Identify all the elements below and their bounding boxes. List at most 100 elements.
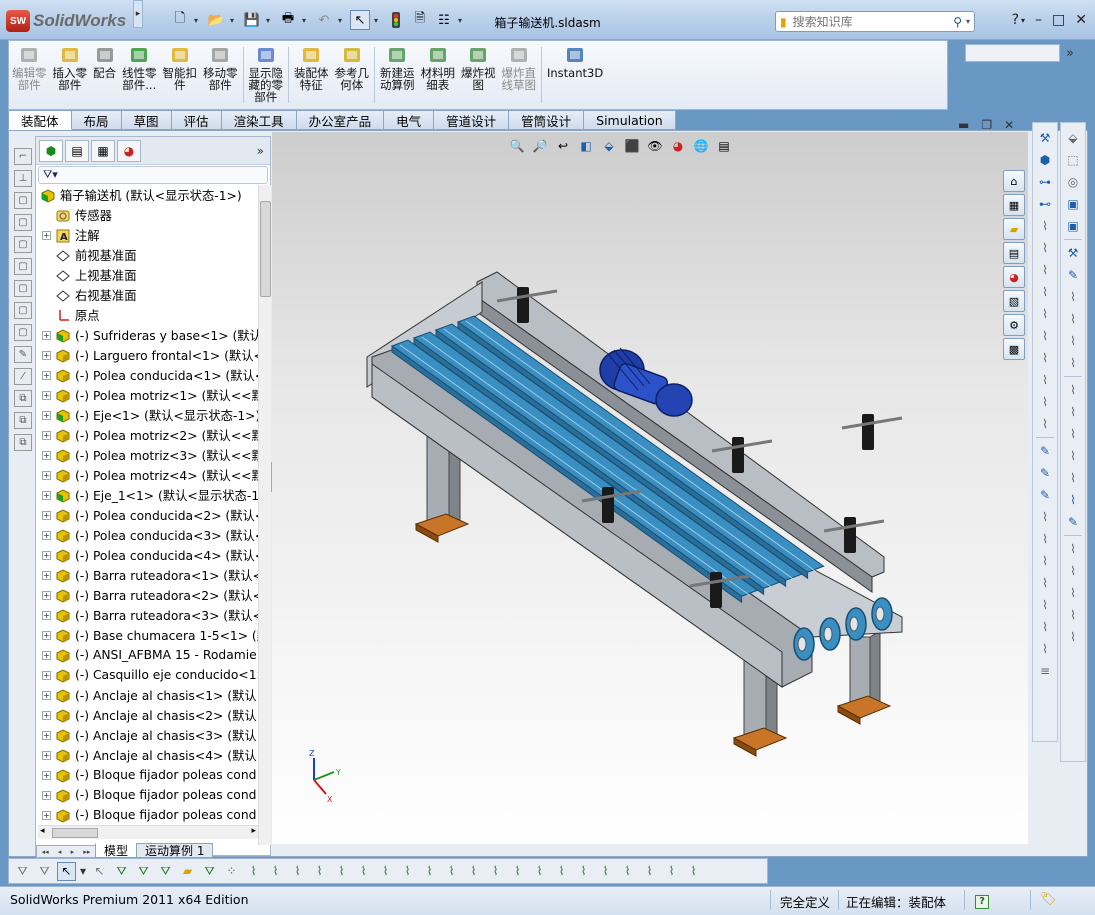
copy-icon[interactable]: ⧉ [14, 390, 32, 407]
doc-restore-button[interactable]: ❐ [981, 118, 992, 132]
feature-icon[interactable]: ⌇ [1036, 305, 1054, 323]
tree-horizontal-scrollbar[interactable]: ◂ ▸ [38, 825, 258, 839]
help-button[interactable]: ? [1012, 12, 1019, 28]
copy-icon[interactable]: ⧉ [14, 434, 32, 451]
filter-icon[interactable]: ⌇ [530, 862, 549, 881]
box-view-icon[interactable]: ▢ [14, 258, 32, 275]
view-orientation-icon[interactable]: ⬙ [600, 138, 618, 154]
sketch-tool-icon[interactable]: ⌇ [1036, 640, 1054, 658]
insert-component-icon[interactable]: ⬢ [1036, 151, 1054, 169]
expand-icon[interactable]: + [42, 650, 51, 660]
tool-icon[interactable]: ⌇ [1064, 425, 1082, 443]
sketch-tool-icon[interactable]: ⌇ [1036, 596, 1054, 614]
configuration-manager-tab-icon[interactable]: ▦ [91, 139, 115, 162]
tool-icon[interactable]: ⌇ [1064, 491, 1082, 509]
feature-icon[interactable]: ⌇ [1036, 239, 1054, 257]
tree-item[interactable]: + (-) Bloque fijador poleas cond [36, 805, 258, 825]
tree-vertical-scrollbar[interactable] [258, 185, 271, 845]
tab-0[interactable]: 装配体 [8, 110, 72, 130]
expand-icon[interactable]: + [42, 330, 51, 340]
tree-item[interactable]: + A 注解 [36, 225, 258, 245]
save-dropdown-icon[interactable]: ▾ [266, 16, 274, 25]
filter-icon[interactable]: ⛛ [134, 862, 153, 881]
filter-icon[interactable]: ⌇ [640, 862, 659, 881]
sketch-icon[interactable]: ⌐ [14, 148, 32, 165]
tree-item[interactable]: + (-) Larguero frontal<1> (默认< [36, 345, 258, 365]
expand-icon[interactable]: + [42, 810, 51, 820]
tab-8[interactable]: 管筒设计 [509, 110, 585, 130]
axis-icon[interactable]: ⊷ [1036, 195, 1054, 213]
box-view-icon[interactable]: ▢ [14, 324, 32, 341]
tree-filter[interactable]: ⛛▾ [38, 166, 268, 184]
rebuild-traffic-light-icon[interactable] [386, 10, 406, 30]
tree-item[interactable]: + (-) Polea conducida<1> (默认< [36, 365, 258, 385]
print-icon[interactable]: 🖶 [278, 10, 298, 30]
search-icon[interactable]: ⚲ [953, 15, 962, 29]
tree-item[interactable]: + (-) Eje<1> (默认<显示状态-1>) [36, 405, 258, 425]
ribbon-button-3[interactable]: 线性零 部件... [119, 41, 160, 109]
filter-icon[interactable]: ⌇ [684, 862, 703, 881]
file-explorer-icon[interactable]: ▰ [1003, 218, 1025, 240]
tab-5[interactable]: 办公室产品 [296, 110, 385, 130]
expand-icon[interactable]: + [42, 730, 51, 740]
tab-7[interactable]: 管道设计 [434, 110, 510, 130]
line-icon[interactable]: ⊥ [14, 170, 32, 187]
list-icon[interactable]: ≡ [1036, 662, 1054, 680]
expand-icon[interactable]: + [42, 510, 51, 520]
scroll-left-icon[interactable]: ◂ [40, 826, 45, 836]
expand-icon[interactable]: + [42, 470, 51, 480]
conveyor-model[interactable]: Z Y X [272, 132, 1028, 844]
configuration-dropdown[interactable] [965, 44, 1060, 62]
tree-item[interactable]: + (-) Base chumacera 1-5<1> (默 [36, 625, 258, 645]
filter-icon[interactable]: ⌇ [332, 862, 351, 881]
undo-dropdown-icon[interactable]: ▾ [338, 16, 346, 25]
ribbon-button-5[interactable]: 移动零 部件 [200, 41, 241, 109]
tool-icon[interactable]: ⌇ [1064, 332, 1082, 350]
expand-icon[interactable]: + [42, 390, 51, 400]
expand-icon[interactable]: + [42, 710, 51, 720]
ribbon-button-7[interactable]: 装配体 特征 [291, 41, 332, 109]
ribbon-button-2[interactable]: 配合 [90, 41, 119, 109]
expand-icon[interactable]: + [42, 750, 51, 760]
expand-icon[interactable]: + [42, 490, 51, 500]
tool-icon[interactable]: ✎ [1064, 513, 1082, 531]
file-properties-icon[interactable]: 🗎 [410, 10, 430, 30]
tree-item[interactable]: 上视基准面 [36, 265, 258, 285]
dimension-icon[interactable]: ⁄ [14, 368, 32, 385]
sketch-tool-icon[interactable]: ⌇ [1036, 552, 1054, 570]
doc-minimize-button[interactable]: ▬ [958, 118, 969, 132]
filter-icon[interactable]: ⌇ [244, 862, 263, 881]
hide-show-items-icon[interactable]: 👁 [646, 138, 664, 154]
ribbon-button-8[interactable]: 参考几 何体 [332, 41, 373, 109]
filter-icon[interactable]: ⛛ [156, 862, 175, 881]
expand-icon[interactable]: + [42, 230, 51, 240]
feature-icon[interactable]: ⌇ [1036, 349, 1054, 367]
display-manager-tab-icon[interactable]: ◕ [117, 139, 141, 162]
filter-icon[interactable]: ⌇ [574, 862, 593, 881]
menu-expand-arrow[interactable]: ▸ [133, 0, 143, 28]
ribbon-button-13[interactable]: Instant3D [544, 41, 606, 109]
new-document-icon[interactable]: 🗋 [170, 10, 190, 30]
ribbon-overflow-icon[interactable]: » [1066, 46, 1074, 61]
feature-icon[interactable]: ⌇ [1036, 261, 1054, 279]
open-dropdown-icon[interactable]: ▾ [230, 16, 238, 25]
filter-icon[interactable]: ⌇ [376, 862, 395, 881]
filter-icon[interactable]: ⌇ [398, 862, 417, 881]
view-palette-icon[interactable]: ▤ [1003, 242, 1025, 264]
mate-icon[interactable]: ⚒ [1036, 129, 1054, 147]
tree-item[interactable]: + (-) Barra ruteadora<1> (默认< [36, 565, 258, 585]
ribbon-button-0[interactable]: 编辑零 部件 [9, 41, 50, 109]
filter-icon[interactable]: ⌇ [486, 862, 505, 881]
minimize-button[interactable]: – [1035, 12, 1042, 28]
save-icon[interactable]: 💾 [242, 10, 262, 30]
tree-item[interactable]: + (-) Barra ruteadora<3> (默认< [36, 605, 258, 625]
select-dropdown-icon[interactable]: ▾ [374, 16, 382, 25]
tree-item[interactable]: + (-) Polea motriz<4> (默认<<默 [36, 465, 258, 485]
tree-item[interactable]: + (-) Anclaje al chasis<2> (默认< [36, 705, 258, 725]
custom-properties-icon[interactable]: ▧ [1003, 290, 1025, 312]
expand-icon[interactable]: + [42, 370, 51, 380]
tab-motion-study[interactable]: 运动算例 1 [136, 843, 214, 858]
tree-item[interactable]: + (-) Polea conducida<3> (默认< [36, 525, 258, 545]
tool-icon[interactable]: ⚒ [1064, 244, 1082, 262]
filter-icon[interactable]: ⌇ [266, 862, 285, 881]
